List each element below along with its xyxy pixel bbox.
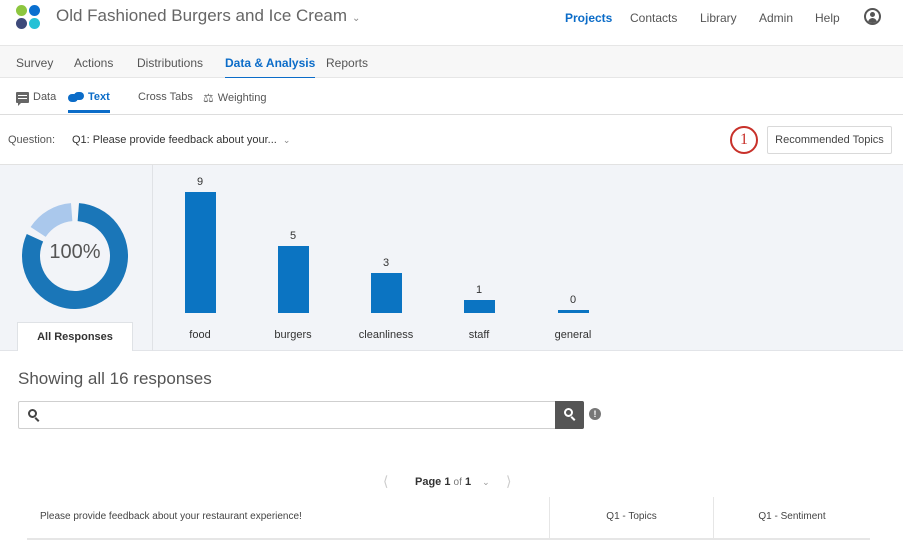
bar-value-label: 1 — [475, 283, 483, 296]
question-label: Question: — [8, 134, 56, 146]
subtab-cross-tabs[interactable]: Cross Tabs — [122, 91, 193, 103]
bar-general[interactable] — [557, 310, 589, 313]
question-dropdown[interactable]: Q1: Please provide feedback about your..… — [72, 134, 290, 146]
page-word: Page — [415, 476, 442, 488]
recommended-topics-button[interactable]: Recommended Topics — [767, 126, 892, 154]
tab-survey[interactable]: Survey — [16, 56, 53, 70]
search-icon — [28, 409, 37, 418]
subtab-label: Data — [33, 91, 57, 103]
bar-value-label: 5 — [289, 229, 297, 242]
subtab-text[interactable]: Text — [68, 91, 110, 113]
donut-percentage: 100% — [49, 241, 101, 263]
bar-cleanliness[interactable] — [370, 272, 402, 313]
bar-food[interactable] — [184, 192, 216, 313]
info-icon[interactable]: ! — [589, 408, 601, 420]
column-header-sentiment[interactable]: Q1 - Sentiment — [713, 497, 870, 540]
subtab-label: Weighting — [217, 92, 267, 104]
subtab-label: Text — [88, 91, 110, 103]
nav-admin[interactable]: Admin — [759, 11, 793, 25]
bar-staff[interactable] — [463, 299, 495, 313]
responses-heading: Showing all 16 responses — [18, 369, 212, 388]
summary-pane: 100% All Responses — [0, 165, 153, 351]
tab-distributions[interactable]: Distributions — [137, 56, 203, 70]
nav-contacts[interactable]: Contacts — [630, 11, 677, 25]
subtab-weighting[interactable]: ⚖ Weighting — [203, 91, 266, 105]
tab-data-analysis[interactable]: Data & Analysis — [225, 56, 316, 80]
bar-value-label: 0 — [569, 294, 577, 306]
project-title: Old Fashioned Burgers and Ice Cream — [56, 6, 348, 25]
subtab-data[interactable]: Data — [16, 91, 57, 106]
of-word: of — [453, 477, 462, 488]
all-responses-tab[interactable]: All Responses — [17, 322, 133, 351]
nav-library[interactable]: Library — [700, 11, 737, 25]
chevron-down-icon: ⌄ — [282, 135, 291, 145]
category-label: general — [554, 329, 592, 341]
donut-arc-secondary — [30, 203, 73, 238]
logo-dot — [16, 5, 27, 16]
app-logo[interactable] — [16, 5, 42, 31]
bar-value-label: 9 — [196, 176, 204, 188]
subtab-label: Cross Tabs — [138, 91, 193, 103]
nav-help[interactable]: Help — [815, 11, 840, 25]
category-label: staff — [468, 329, 490, 341]
column-header-response[interactable]: Please provide feedback about your resta… — [40, 497, 540, 540]
responses-table-header: Please provide feedback about your resta… — [27, 497, 870, 540]
main-tabs: Survey Actions Distributions Data & Anal… — [0, 45, 903, 80]
annotation-marker: 1 — [730, 126, 758, 154]
nav-projects[interactable]: Projects — [565, 11, 612, 25]
tab-actions[interactable]: Actions — [74, 56, 113, 70]
data-icon — [16, 91, 29, 106]
category-label: burgers — [274, 329, 312, 341]
project-selector[interactable]: Old Fashioned Burgers and Ice Cream ⌄ — [56, 6, 360, 26]
search-icon — [564, 408, 573, 417]
grid-icon — [122, 91, 134, 103]
topics-bar-chart: 9 food 5 burgers 3 cleanliness 1 staff 0 general — [153, 165, 903, 351]
page-selector[interactable]: Page 1 of 1 ⌄ — [415, 476, 490, 488]
scale-icon: ⚖ — [203, 91, 214, 105]
sub-tabs: Data Text Cross Tabs ⚖ Weighting — [0, 78, 903, 115]
bar-value-label: 3 — [382, 256, 390, 269]
bar-burgers[interactable] — [277, 245, 309, 313]
search-button[interactable] — [555, 401, 584, 429]
logo-dot — [29, 5, 40, 16]
category-label: food — [189, 329, 211, 341]
next-page-button[interactable]: ⟩ — [506, 473, 511, 490]
question-selected: Q1: Please provide feedback about your..… — [72, 134, 277, 146]
search-box — [18, 401, 584, 429]
total-pages: 1 — [464, 476, 472, 488]
text-bubbles-icon — [68, 92, 84, 102]
chevron-down-icon: ⌄ — [352, 13, 361, 24]
search-input[interactable] — [45, 402, 545, 428]
logo-dot — [29, 18, 40, 29]
column-header-topics[interactable]: Q1 - Topics — [549, 497, 713, 540]
tab-reports[interactable]: Reports — [326, 56, 368, 70]
category-label: cleanliness — [358, 329, 414, 341]
user-circle-icon[interactable] — [864, 8, 881, 25]
prev-page-button[interactable]: ⟨ — [383, 473, 388, 490]
current-page: 1 — [444, 476, 451, 488]
chevron-down-icon: ⌄ — [482, 477, 490, 487]
top-header: Old Fashioned Burgers and Ice Cream ⌄ Pro… — [0, 0, 903, 45]
logo-dot — [16, 18, 27, 29]
topics-summary: 100% All Responses 9 food 5 burgers 3 cleanli… — [0, 165, 903, 351]
